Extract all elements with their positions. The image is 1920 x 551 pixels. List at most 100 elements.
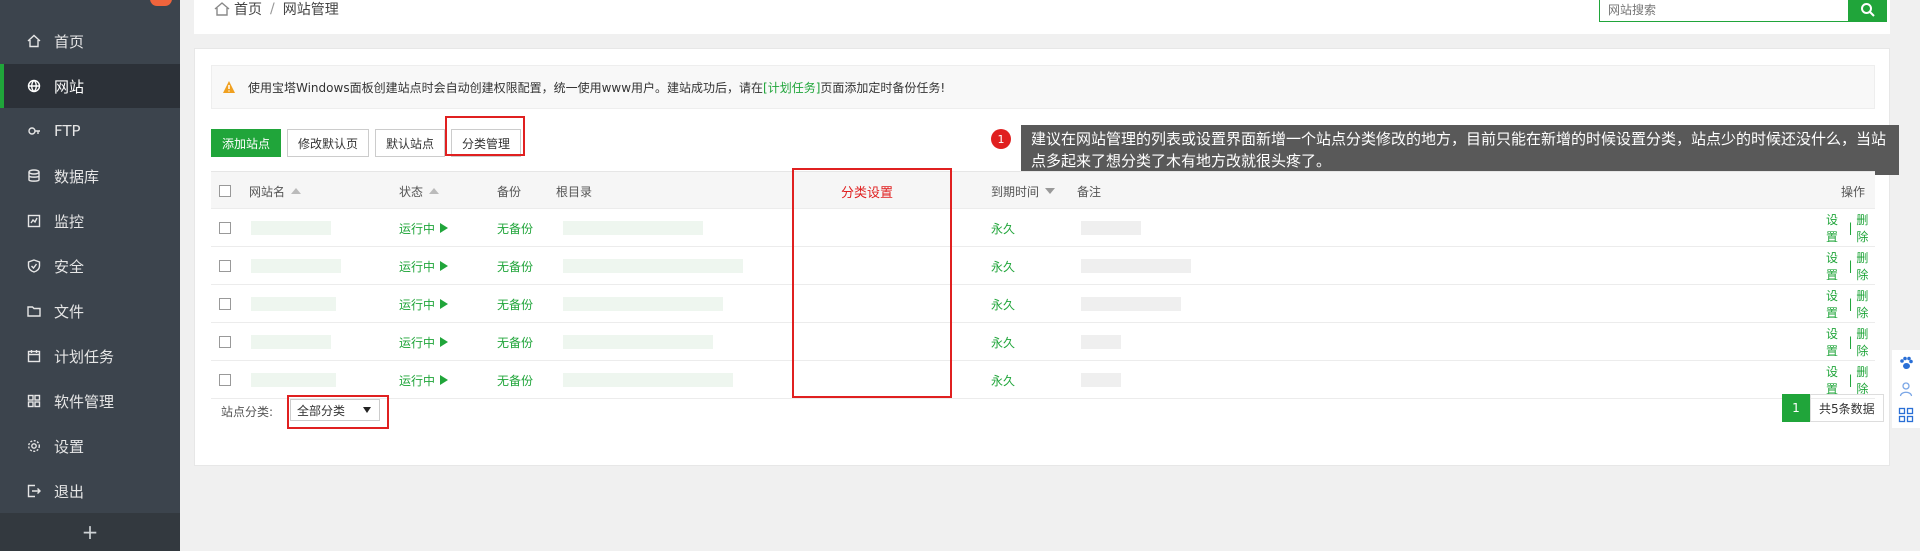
- site-name-redacted[interactable]: [251, 221, 331, 235]
- paw-icon[interactable]: [1898, 355, 1914, 371]
- sidebar-item-security[interactable]: 安全: [0, 244, 180, 288]
- status-running[interactable]: 运行中: [399, 361, 449, 399]
- play-icon: [440, 337, 449, 347]
- breadcrumb-home[interactable]: 首页: [234, 0, 262, 19]
- apps-icon[interactable]: [1898, 407, 1914, 423]
- root-path-redacted[interactable]: [563, 221, 703, 235]
- delete-link[interactable]: 删除: [1856, 325, 1875, 359]
- status-running[interactable]: 运行中: [399, 209, 449, 247]
- root-path-redacted[interactable]: [563, 335, 713, 349]
- expire-date[interactable]: 永久: [991, 247, 1015, 285]
- header-status[interactable]: 状态: [399, 172, 440, 210]
- sidebar-item-label: 软件管理: [54, 392, 115, 411]
- site-name-redacted[interactable]: [251, 373, 336, 387]
- sidebar-item-logout[interactable]: 退出: [0, 469, 180, 513]
- expire-date[interactable]: 永久: [991, 323, 1015, 361]
- default-site-button[interactable]: 默认站点: [375, 129, 446, 157]
- expire-date[interactable]: 永久: [991, 209, 1015, 247]
- backup-status[interactable]: 无备份: [497, 247, 533, 285]
- remark-redacted[interactable]: [1081, 373, 1121, 387]
- sidebar-item-database[interactable]: 数据库: [0, 154, 180, 198]
- settings-link[interactable]: 设置: [1826, 363, 1845, 397]
- action-separator: |: [1848, 259, 1853, 273]
- row-checkbox[interactable]: [219, 298, 231, 310]
- remark-redacted[interactable]: [1081, 221, 1141, 235]
- sidebar-item-ftp[interactable]: FTP: [0, 109, 180, 153]
- site-name-redacted[interactable]: [251, 297, 336, 311]
- sort-desc-icon: [1045, 188, 1056, 194]
- pagination: 1 共5条数据: [1782, 394, 1884, 422]
- sidebar-item-cron[interactable]: 计划任务: [0, 334, 180, 378]
- header-backup: 备份: [497, 184, 522, 199]
- add-site-button[interactable]: 添加站点: [211, 129, 282, 157]
- delete-link[interactable]: 删除: [1856, 211, 1875, 245]
- sidebar-item-home[interactable]: 首页: [0, 19, 180, 63]
- sidebar-item-software[interactable]: 软件管理: [0, 379, 180, 423]
- main-panel: 使用宝塔Windows面板创建站点时会自动创建权限配置，统一使用www用户。建站…: [194, 48, 1899, 466]
- play-icon: [440, 223, 449, 233]
- delete-link[interactable]: 删除: [1856, 249, 1875, 283]
- expire-date[interactable]: 永久: [991, 361, 1015, 399]
- delete-link[interactable]: 删除: [1856, 287, 1875, 321]
- home-icon: [26, 33, 42, 49]
- search-input[interactable]: [1599, 0, 1849, 22]
- grid-icon: [26, 393, 42, 409]
- floating-tools: [1892, 350, 1920, 428]
- row-checkbox[interactable]: [219, 336, 231, 348]
- page-button[interactable]: 1: [1782, 394, 1810, 422]
- sidebar-item-label: 退出: [54, 482, 85, 501]
- notification-badge[interactable]: [150, 0, 172, 6]
- row-checkbox[interactable]: [219, 222, 231, 234]
- remark-redacted[interactable]: [1081, 259, 1191, 273]
- sidebar-item-label: 计划任务: [54, 347, 115, 366]
- sidebar-item-label: 设置: [54, 437, 85, 456]
- delete-link[interactable]: 删除: [1856, 363, 1875, 397]
- settings-link[interactable]: 设置: [1826, 287, 1845, 321]
- sidebar-item-settings[interactable]: 设置: [0, 424, 180, 468]
- calendar-icon: [26, 348, 42, 364]
- monitor-icon: [26, 213, 42, 229]
- backup-status[interactable]: 无备份: [497, 323, 533, 361]
- modify-default-page-button[interactable]: 修改默认页: [287, 129, 370, 157]
- search-button[interactable]: [1849, 0, 1887, 22]
- root-path-redacted[interactable]: [563, 373, 733, 387]
- settings-link[interactable]: 设置: [1826, 249, 1845, 283]
- site-name-redacted[interactable]: [251, 259, 341, 273]
- sidebar-item-website[interactable]: 网站: [0, 64, 180, 108]
- status-running[interactable]: 运行中: [399, 323, 449, 361]
- category-filter-label: 站点分类:: [221, 404, 274, 419]
- home-icon[interactable]: [214, 2, 230, 16]
- backup-status[interactable]: 无备份: [497, 361, 533, 399]
- root-path-redacted[interactable]: [563, 259, 743, 273]
- logout-icon: [26, 483, 42, 499]
- backup-status[interactable]: 无备份: [497, 209, 533, 247]
- table-row: 运行中 无备份 永久 设置 | 删除: [211, 323, 1875, 361]
- header-expire[interactable]: 到期时间: [991, 172, 1056, 210]
- sidebar-item-label: 首页: [54, 32, 85, 51]
- database-icon: [26, 168, 42, 184]
- site-name-redacted[interactable]: [251, 335, 331, 349]
- row-checkbox[interactable]: [219, 260, 231, 272]
- add-icon[interactable]: +: [0, 513, 180, 551]
- row-checkbox[interactable]: [219, 374, 231, 386]
- sidebar-item-label: 文件: [54, 302, 85, 321]
- settings-link[interactable]: 设置: [1826, 325, 1845, 359]
- status-running[interactable]: 运行中: [399, 285, 449, 323]
- sidebar-item-monitor[interactable]: 监控: [0, 199, 180, 243]
- cron-link[interactable]: [计划任务]: [763, 79, 820, 96]
- select-all-checkbox[interactable]: [219, 185, 231, 197]
- root-path-redacted[interactable]: [563, 297, 723, 311]
- remark-redacted[interactable]: [1081, 297, 1181, 311]
- settings-link[interactable]: 设置: [1826, 211, 1845, 245]
- expire-date[interactable]: 永久: [991, 285, 1015, 323]
- header-name[interactable]: 网站名: [249, 172, 302, 210]
- action-separator: |: [1848, 221, 1853, 235]
- remark-redacted[interactable]: [1081, 335, 1121, 349]
- backup-status[interactable]: 无备份: [497, 285, 533, 323]
- status-running[interactable]: 运行中: [399, 247, 449, 285]
- action-separator: |: [1848, 335, 1853, 349]
- sidebar-item-files[interactable]: 文件: [0, 289, 180, 333]
- sort-asc-icon: [291, 188, 302, 194]
- user-icon[interactable]: [1898, 381, 1914, 397]
- sidebar-item-label: 数据库: [54, 167, 100, 186]
